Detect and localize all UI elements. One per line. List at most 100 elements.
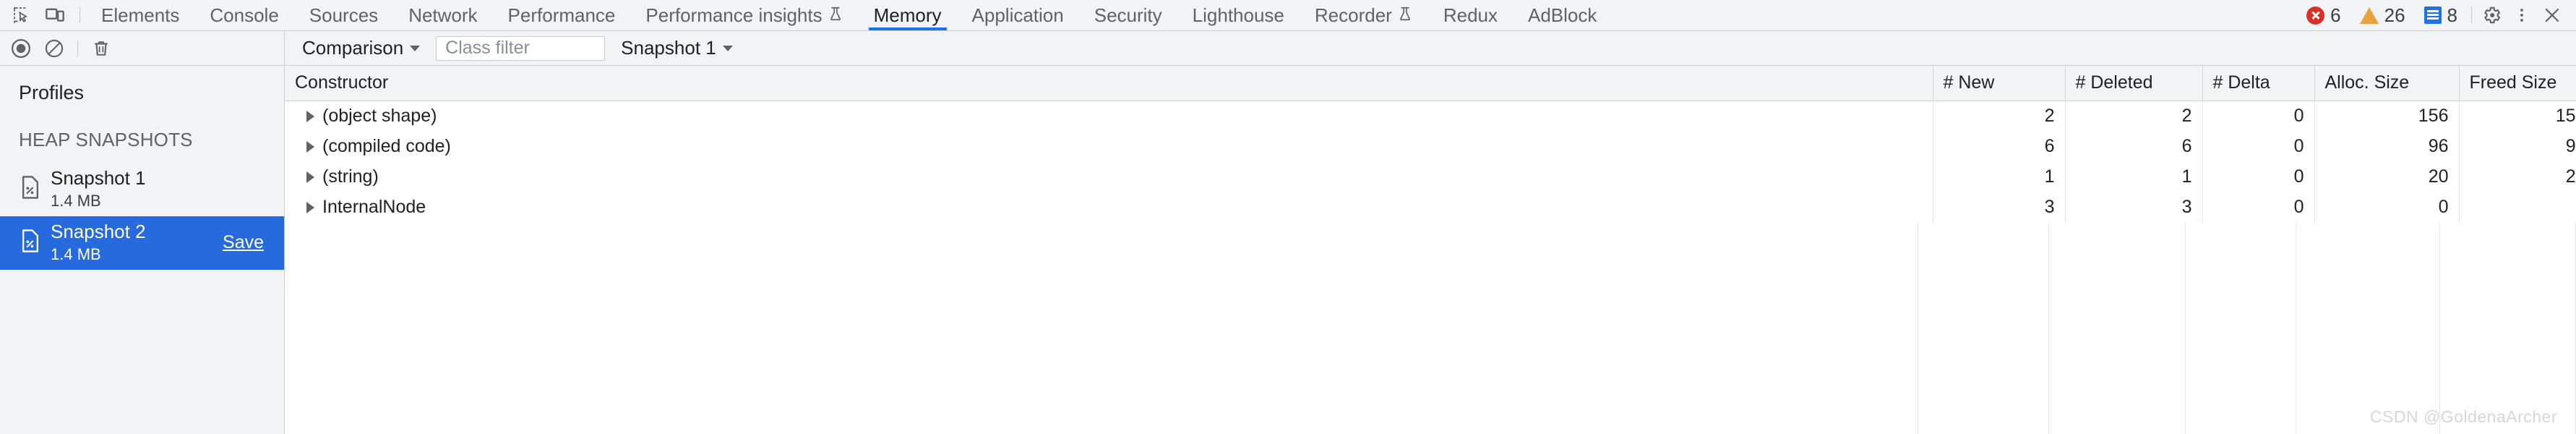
snapshot-size: 1.4 MB [51, 245, 101, 264]
snapshot-file-icon [20, 175, 40, 203]
cell-value: 156 [2555, 106, 2576, 126]
constructor-cell: (compiled code) [295, 136, 1923, 157]
class-filter-input[interactable] [444, 37, 598, 59]
column-header-freed[interactable]: Freed Size [2459, 66, 2576, 101]
info-icon [2423, 7, 2442, 24]
cell-value: 6 [2044, 136, 2055, 156]
toolbar-divider [77, 40, 78, 56]
trash-icon[interactable] [86, 33, 116, 64]
baseline-snapshot-select[interactable]: Snapshot 1 [614, 34, 740, 63]
tab-label: Performance insights [645, 4, 823, 26]
expand-triangle-icon[interactable] [306, 110, 314, 122]
cell-value: 3 [2044, 197, 2055, 217]
tab-application[interactable]: Application [957, 0, 1079, 30]
cell-value: 156 [2418, 106, 2449, 126]
view-mode-select[interactable]: Comparison [295, 34, 427, 63]
record-circle-icon[interactable] [6, 33, 36, 64]
tab-network[interactable]: Network [393, 0, 492, 30]
memory-panel-body: Profiles HEAP SNAPSHOTS Snapshot 1 1.4 MB… [0, 66, 2576, 434]
cell-freed: 0 [2459, 192, 2576, 223]
tab-label: Console [210, 4, 279, 26]
devtools-tabbar: Elements Console Sources Network Performance… [0, 0, 2576, 31]
tab-console[interactable]: Console [194, 0, 293, 30]
snapshot-text: Snapshot 2 1.4 MB [51, 221, 212, 263]
column-header-delta[interactable]: # Delta [2202, 66, 2315, 101]
tab-label: Application [971, 4, 1064, 26]
tab-security[interactable]: Security [1079, 0, 1177, 30]
cell-new: 6 [1933, 132, 2066, 162]
constructor-name: (compiled code) [322, 136, 451, 156]
column-header-alloc[interactable]: Alloc. Size [2314, 66, 2460, 101]
cell-value: 2 [2181, 106, 2192, 126]
table-row[interactable]: (compiled code)66096960 [285, 132, 2576, 162]
watermark: CSDN @GoldenaArcher [2369, 407, 2557, 426]
table-row[interactable]: InternalNode330000 [285, 192, 2576, 223]
constructor-cell: InternalNode [295, 197, 1923, 218]
more-vertical-icon[interactable] [2507, 0, 2537, 30]
tab-memory[interactable]: Memory [859, 0, 957, 30]
tab-adblock[interactable]: AdBlock [1513, 0, 1612, 30]
tabbar-right-divider [2471, 7, 2472, 24]
clear-no-entry-icon[interactable] [39, 33, 69, 64]
baseline-snapshot-label: Snapshot 1 [621, 37, 716, 59]
chevron-down-icon [722, 45, 733, 51]
tab-label: Network [408, 4, 478, 26]
column-header-label: Freed Size [2469, 72, 2557, 93]
constructor-cell: (object shape) [295, 106, 1923, 127]
class-filter-field[interactable] [436, 35, 606, 61]
column-header-deleted[interactable]: # Deleted [2065, 66, 2203, 101]
heap-comparison-table: Constructor # New # Deleted # Delta Alloc. S… [285, 66, 2576, 434]
cell-value: 20 [2428, 166, 2449, 187]
tab-recorder[interactable]: Recorder [1300, 0, 1428, 30]
cell-freed: 96 [2459, 132, 2576, 162]
tab-label: Lighthouse [1192, 4, 1284, 26]
cell-value: 0 [2293, 197, 2304, 217]
cell-alloc: 156 [2314, 101, 2460, 132]
tab-redux[interactable]: Redux [1428, 0, 1513, 30]
warning-count: 26 [2384, 4, 2405, 26]
error-counter[interactable]: 6 [2297, 1, 2350, 30]
expand-triangle-icon[interactable] [306, 171, 314, 183]
device-toolbar-icon[interactable] [40, 1, 69, 30]
expand-triangle-icon[interactable] [306, 140, 314, 153]
inspect-cursor-icon[interactable] [7, 1, 36, 30]
tab-sources[interactable]: Sources [294, 0, 393, 30]
tab-label: Security [1094, 4, 1162, 26]
experiment-flask-icon [1397, 5, 1413, 25]
tab-label: AdBlock [1527, 4, 1597, 26]
tab-performance-insights[interactable]: Performance insights [630, 0, 858, 30]
info-counter[interactable]: 8 [2415, 1, 2467, 30]
snapshot-item[interactable]: Snapshot 2 1.4 MB Save [0, 216, 284, 271]
table-row[interactable]: (object shape)2201561560 [285, 101, 2576, 132]
table-row[interactable]: (string)11020200 [285, 162, 2576, 192]
tab-list: Elements Console Sources Network Performance… [86, 0, 2297, 30]
cell-delta: 0 [2202, 101, 2315, 132]
cell-value: 0 [2293, 136, 2304, 156]
tab-label: Memory [873, 4, 942, 26]
column-header-new[interactable]: # New [1933, 66, 2066, 101]
snapshot-item[interactable]: Snapshot 1 1.4 MB [0, 163, 284, 216]
gear-icon[interactable] [2476, 0, 2507, 30]
header-row: Constructor # New # Deleted # Delta Alloc. S… [285, 66, 2576, 101]
constructor-name: InternalNode [322, 197, 426, 217]
cell-delta: 0 [2202, 162, 2315, 192]
close-icon[interactable] [2537, 0, 2567, 30]
tabbar-right-controls: 6 26 8 [2297, 0, 2576, 30]
grid-column-guide [285, 223, 1919, 434]
warning-counter[interactable]: 26 [2350, 1, 2415, 30]
tab-performance[interactable]: Performance [493, 0, 631, 30]
profiles-sidebar: Profiles HEAP SNAPSHOTS Snapshot 1 1.4 MB… [0, 66, 285, 434]
tab-elements[interactable]: Elements [86, 0, 194, 30]
memory-toolbar: Comparison Snapshot 1 [0, 31, 2576, 66]
cell-constructor: (object shape) [285, 101, 1933, 132]
expand-triangle-icon[interactable] [306, 201, 314, 213]
tab-label: Elements [101, 4, 180, 26]
chevron-down-icon [410, 45, 421, 51]
cell-value: 0 [2293, 106, 2304, 126]
column-header-constructor[interactable]: Constructor [285, 66, 1933, 101]
cell-value: 2 [2044, 106, 2055, 126]
save-snapshot-link[interactable]: Save [223, 232, 268, 253]
tab-lighthouse[interactable]: Lighthouse [1177, 0, 1300, 30]
tab-label: Recorder [1314, 4, 1392, 26]
column-header-label: # Delta [2212, 72, 2270, 93]
